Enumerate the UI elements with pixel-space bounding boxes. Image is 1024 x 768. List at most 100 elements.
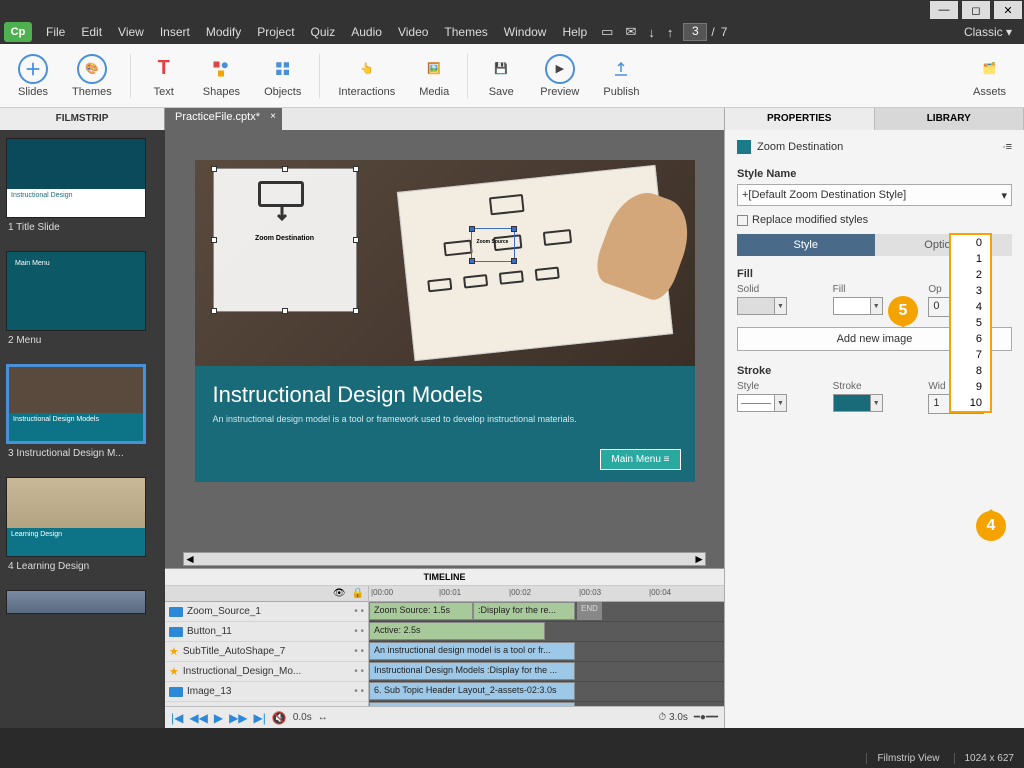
ribbon-save[interactable]: 💾 Save — [476, 52, 526, 100]
filmstrip-body[interactable]: Instructional Design 1 Title Slide Main … — [0, 130, 165, 728]
thumb-3[interactable]: Instructional Design Models 3 Instructio… — [6, 364, 159, 459]
lock-icon[interactable]: 🔒 — [352, 588, 364, 599]
dropdown-option[interactable]: 1 — [951, 251, 990, 267]
assets-icon: 🗂️ — [974, 54, 1004, 84]
zoom-icon — [737, 140, 751, 154]
fill-type-select[interactable]: ▼ — [737, 297, 787, 315]
mute-icon[interactable]: 🔇 — [272, 711, 287, 725]
notes-icon[interactable]: ▭ — [595, 24, 619, 40]
shapes-icon — [206, 54, 236, 84]
slide[interactable]: Zoom Destination Zoom Source Instruction… — [195, 160, 695, 482]
palette-icon: 🎨 — [77, 54, 107, 84]
zoom-destination-object[interactable]: Zoom Destination — [213, 168, 357, 312]
main-menu-button[interactable]: Main Menu ≡ — [600, 449, 680, 470]
timeline-layer[interactable]: ★Instructional_Design_Mo...• • — [165, 662, 368, 682]
timeline-clip[interactable]: Zoom Source: 1.5s — [369, 602, 473, 620]
ribbon-preview[interactable]: ▶ Preview — [530, 52, 589, 100]
zoom-slider[interactable]: ━●━━ — [694, 712, 718, 723]
ribbon-shapes[interactable]: Shapes — [193, 52, 250, 100]
width-dropdown[interactable]: 012345678910 — [949, 233, 992, 413]
thumb-1[interactable]: Instructional Design 1 Title Slide — [6, 138, 159, 233]
document-tabs: PracticeFile.cptx* × — [165, 108, 724, 130]
timeline-clip[interactable]: AdobeStock_180837355_edit:3.0s — [369, 702, 575, 706]
layout-dropdown[interactable]: Classic ▾ — [956, 22, 1020, 42]
timeline-clip[interactable]: 6. Sub Topic Header Layout_2-assets-02:3… — [369, 682, 575, 700]
menu-modify[interactable]: Modify — [198, 22, 249, 42]
download-icon[interactable]: ↓ — [642, 25, 661, 40]
tab-properties[interactable]: PROPERTIES — [725, 108, 875, 130]
dropdown-option[interactable]: 0 — [951, 235, 990, 251]
forward-end-icon[interactable]: ▶| — [254, 711, 266, 725]
canvas-scrollbar[interactable]: ◄► — [183, 552, 706, 566]
panel-menu-icon[interactable]: ∙≡ — [1003, 141, 1012, 153]
timeline-layer[interactable]: ★SubTitle_AutoShape_7• • — [165, 642, 368, 662]
minimize-button[interactable]: — — [930, 1, 958, 19]
dropdown-option[interactable]: 4 — [951, 299, 990, 315]
dropdown-option[interactable]: 7 — [951, 347, 990, 363]
menu-quiz[interactable]: Quiz — [303, 22, 344, 42]
thumb-5[interactable] — [6, 590, 159, 614]
menu-edit[interactable]: Edit — [73, 22, 110, 42]
ribbon-objects[interactable]: Objects — [254, 52, 311, 100]
page-current[interactable]: 3 — [683, 23, 707, 41]
tab-library[interactable]: LIBRARY — [875, 108, 1024, 130]
timeline-layer[interactable]: Zoom_Source_1• • — [165, 602, 368, 622]
toggle-style[interactable]: Style — [737, 234, 875, 256]
menu-help[interactable]: Help — [554, 22, 595, 42]
dropdown-option[interactable]: 9 — [951, 379, 990, 395]
thumb-4[interactable]: Learning Design 4 Learning Design — [6, 477, 159, 572]
style-name-select[interactable]: +[Default Zoom Destination Style]▾ — [737, 184, 1012, 206]
maximize-button[interactable]: ◻ — [962, 1, 990, 19]
interactions-icon: 👆 — [352, 54, 382, 84]
menu-window[interactable]: Window — [496, 22, 555, 42]
dropdown-option[interactable]: 6 — [951, 331, 990, 347]
play-icon[interactable]: ▶ — [214, 711, 223, 725]
ribbon-themes[interactable]: 🎨 Themes — [62, 52, 122, 100]
fill-color-swatch[interactable]: ▼ — [833, 297, 883, 315]
stroke-color-swatch[interactable]: ▼ — [833, 394, 883, 412]
menu-audio[interactable]: Audio — [343, 22, 390, 42]
document-tab[interactable]: PracticeFile.cptx* × — [165, 108, 282, 130]
upload-icon[interactable]: ↑ — [661, 25, 680, 40]
rewind-start-icon[interactable]: |◀ — [171, 711, 183, 725]
dropdown-option[interactable]: 10 — [951, 395, 990, 411]
mail-icon[interactable]: ✉ — [619, 24, 642, 40]
dropdown-option[interactable]: 3 — [951, 283, 990, 299]
canvas[interactable]: Zoom Destination Zoom Source Instruction… — [165, 130, 724, 568]
timeline-tracks[interactable]: |00:00 |00:01 |00:02 |00:03 |00:04 Zoom … — [369, 586, 724, 706]
timeline-clip[interactable]: An instructional design model is a tool … — [369, 642, 575, 660]
ribbon-media[interactable]: 🖼️ Media — [409, 52, 459, 100]
ribbon-slides[interactable]: Slides — [8, 52, 58, 100]
menu-video[interactable]: Video — [390, 22, 436, 42]
close-tab-icon[interactable]: × — [270, 111, 276, 122]
stroke-style-select[interactable]: ▼ — [737, 394, 787, 412]
close-window-button[interactable]: ✕ — [994, 1, 1022, 19]
timeline-clip[interactable]: :Display for the re... — [473, 602, 575, 620]
menu-themes[interactable]: Themes — [436, 22, 495, 42]
status-dims: 1024 x 627 — [954, 753, 1015, 764]
menu-file[interactable]: File — [38, 22, 73, 42]
menu-view[interactable]: View — [110, 22, 152, 42]
loop-icon[interactable]: ↔ — [318, 712, 328, 723]
zoom-source-object[interactable]: Zoom Source — [471, 228, 515, 262]
ribbon-publish[interactable]: Publish — [593, 52, 649, 100]
timeline-ruler: |00:00 |00:01 |00:02 |00:03 |00:04 — [369, 586, 724, 602]
thumb-2[interactable]: Main Menu 2 Menu — [6, 251, 159, 346]
replace-styles-checkbox[interactable]: Replace modified styles — [737, 214, 1012, 226]
menu-project[interactable]: Project — [249, 22, 302, 42]
menu-insert[interactable]: Insert — [152, 22, 198, 42]
ribbon-assets[interactable]: 🗂️ Assets — [963, 52, 1016, 100]
visibility-icon[interactable]: 👁 — [333, 588, 346, 599]
ribbon-text[interactable]: T Text — [139, 52, 189, 100]
dropdown-option[interactable]: 5 — [951, 315, 990, 331]
timeline-layer[interactable]: Button_11• • — [165, 622, 368, 642]
rewind-icon[interactable]: ◀◀ — [189, 711, 207, 725]
dropdown-option[interactable]: 2 — [951, 267, 990, 283]
timeline-clip[interactable]: Active: 2.5s — [369, 622, 545, 640]
dropdown-option[interactable]: 8 — [951, 363, 990, 379]
timeline-layer[interactable]: Image_13• • — [165, 682, 368, 702]
forward-icon[interactable]: ▶▶ — [229, 711, 247, 725]
object-type-header: Zoom Destination ∙≡ — [737, 140, 1012, 154]
ribbon-interactions[interactable]: 👆 Interactions — [328, 52, 405, 100]
timeline-clip[interactable]: Instructional Design Models :Display for… — [369, 662, 575, 680]
